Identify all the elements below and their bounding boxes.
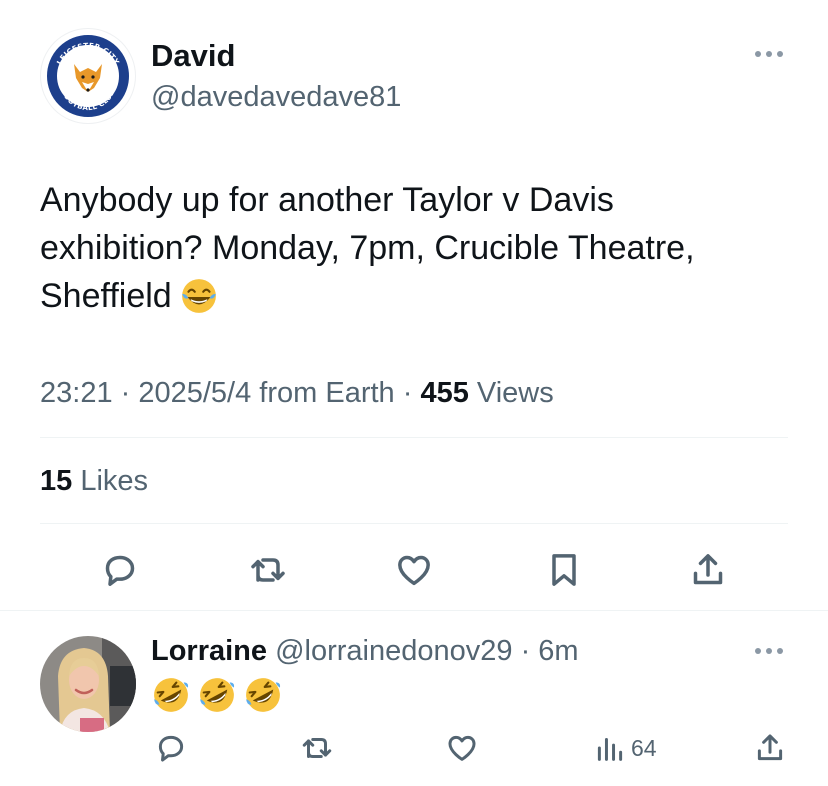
reply-icon [158, 735, 184, 762]
author-handle[interactable]: @davedavedave81 [151, 78, 401, 116]
reply-share-button[interactable] [753, 726, 787, 770]
tweet-body: Anybody up for another Taylor v Davis ex… [40, 181, 695, 315]
reply-views-count: 64 [631, 734, 657, 761]
meta-separator: · [394, 377, 421, 409]
reply-icon [105, 555, 135, 586]
reply-like-button[interactable] [445, 726, 479, 770]
bookmark-button[interactable] [540, 546, 588, 594]
views-label: Views [468, 377, 554, 409]
share-button[interactable] [684, 546, 732, 594]
tweet-text: Anybody up for another Taylor v Davis ex… [40, 176, 800, 320]
likes-count: 15 [40, 465, 73, 497]
reply-avatar[interactable] [40, 636, 136, 732]
tweet-date-source: 2025/5/4 from Earth [138, 377, 395, 409]
meta-separator: · [112, 377, 139, 409]
reply-time[interactable]: 6m [538, 635, 578, 667]
views-icon [597, 738, 623, 761]
divider [40, 523, 788, 524]
more-options-icon[interactable] [752, 44, 786, 64]
divider [0, 610, 828, 611]
more-options-icon[interactable] [752, 641, 786, 661]
face-with-tears-of-joy-icon [181, 279, 216, 313]
retweet-icon [302, 738, 332, 758]
views-count: 455 [420, 377, 469, 409]
likes-link[interactable]: 15 Likes [40, 461, 148, 501]
reply-reply-button[interactable] [154, 726, 188, 770]
like-icon [398, 555, 430, 586]
leicester-city-crest-icon: LEICESTER CITY FOOTBALL CLUB [47, 35, 129, 117]
retweet-icon [251, 558, 285, 582]
reply-header: Lorraine @lorrainedonov29 · 6m [151, 632, 579, 670]
author-name[interactable]: David [151, 36, 235, 76]
likes-label: Likes [72, 465, 149, 497]
share-icon [693, 554, 723, 585]
reply-views-button[interactable]: 64 [593, 726, 657, 770]
reply-retweet-button[interactable] [300, 726, 334, 770]
reply-author-name[interactable]: Lorraine [151, 635, 267, 667]
tweet-meta: 23:21 · 2025/5/4 from Earth · 455 Views [40, 373, 554, 413]
like-button[interactable] [390, 546, 438, 594]
reply-button[interactable] [96, 546, 144, 594]
rolling-on-floor-laughing-icon [200, 678, 235, 712]
divider [40, 437, 788, 438]
author-avatar[interactable]: LEICESTER CITY FOOTBALL CLUB [40, 28, 136, 124]
like-icon [448, 735, 476, 761]
share-icon [757, 734, 783, 761]
reply-text [152, 676, 282, 716]
reply-author-handle[interactable]: @lorrainedonov29 [267, 635, 512, 667]
rolling-on-floor-laughing-icon [246, 678, 281, 712]
tweet-time[interactable]: 23:21 [40, 377, 113, 409]
retweet-button[interactable] [244, 546, 292, 594]
rolling-on-floor-laughing-icon [154, 678, 189, 712]
profile-photo [40, 636, 136, 732]
bookmark-icon [552, 554, 576, 586]
meta-separator: · [512, 635, 539, 667]
